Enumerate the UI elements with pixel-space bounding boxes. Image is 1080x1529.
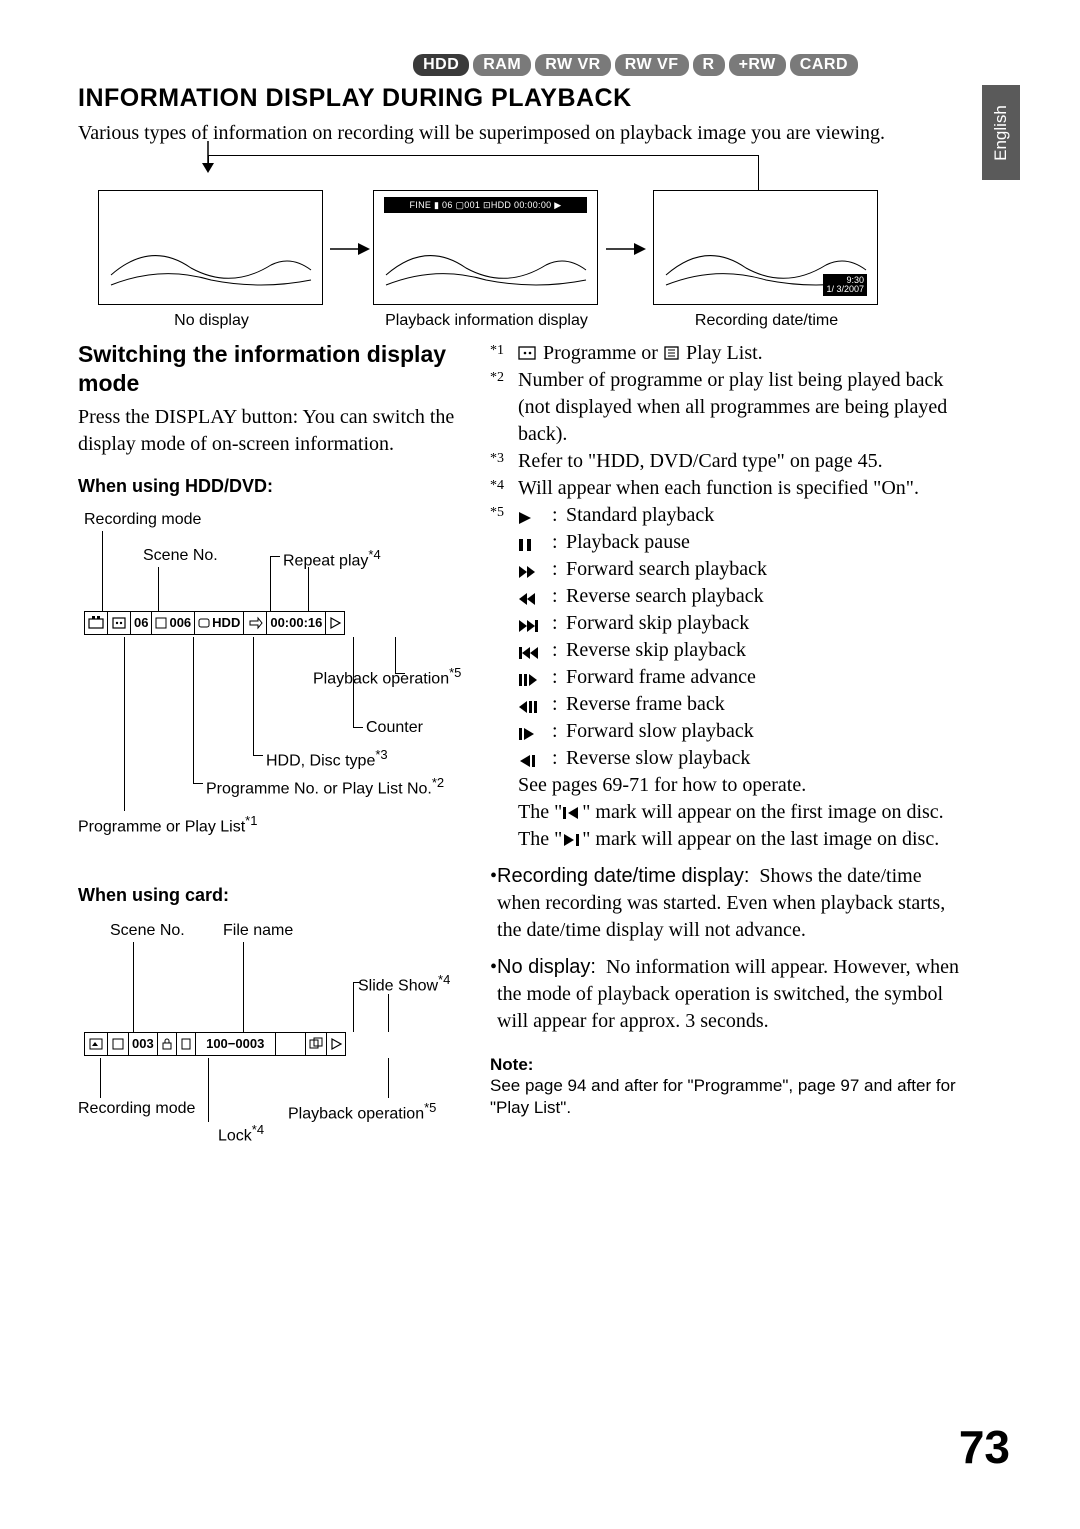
- badge-rwvr: RW VR: [535, 54, 611, 76]
- lbl-playback-op-card: Playback operation*5: [288, 1100, 436, 1123]
- footnote-3: *3Refer to "HDD, DVD/Card type" on page …: [490, 448, 960, 475]
- head-hdd-dvd: When using HDD/DVD:: [78, 476, 478, 497]
- osd-date: 1/ 3/2007: [826, 285, 864, 294]
- cap-playback-info: Playback information display: [374, 311, 599, 330]
- cell-file-icon: [177, 1033, 196, 1055]
- slow-forward-icon: [518, 718, 552, 745]
- screen-playback-info: FINE ▮ 06 ▢001 ⊡HDD 00:00:00 ▶ Playback …: [373, 190, 598, 305]
- para-switching: Press the DISPLAY button: You can switch…: [78, 404, 478, 458]
- down-arrow-icon: [198, 141, 218, 171]
- lbl-scene-no-card: Scene No.: [110, 922, 185, 940]
- cell-counter: 00:00:16: [267, 612, 326, 634]
- skip-forward-icon: [518, 610, 552, 637]
- right-arrow-icon: [330, 240, 370, 258]
- fastforward-icon: [518, 556, 552, 583]
- cell-disc-type: HDD: [195, 612, 244, 634]
- skip-back-icon: [518, 637, 552, 664]
- cell-file-name: 100−0003: [196, 1033, 276, 1055]
- osd-datetime: 9:30 1/ 3/2007: [823, 274, 867, 296]
- bullet-recdate: • Recording date/time display: Shows the…: [490, 863, 960, 944]
- cell-lock-icon: [158, 1033, 177, 1055]
- last-image-note: The "" mark will appear on the last imag…: [518, 826, 960, 853]
- cap-no-display: No display: [99, 311, 324, 330]
- cell-card-scene-no: 003: [129, 1033, 158, 1055]
- lbl-rec-mode-card: Recording mode: [78, 1100, 195, 1118]
- first-mark-icon: [562, 806, 582, 820]
- cell-repeat-icon: [244, 612, 267, 634]
- cell-play-icon: [327, 1033, 345, 1055]
- page-number: 73: [959, 1420, 1010, 1474]
- lbl-counter: Counter: [366, 719, 423, 737]
- cell-card-mode-icon: [85, 1033, 108, 1055]
- badge-ram: RAM: [473, 54, 531, 76]
- last-mark-icon: [562, 833, 582, 847]
- cell-card-scene-icon: [108, 1033, 129, 1055]
- lbl-disc-type: HDD, Disc type*3: [266, 747, 388, 770]
- lbl-recording-mode: Recording mode: [84, 511, 201, 529]
- lbl-lock: Lock*4: [218, 1122, 264, 1145]
- display-flow-diagram: No display FINE ▮ 06 ▢001 ⊡HDD 00:00:00 …: [78, 155, 963, 345]
- rewind-icon: [518, 583, 552, 610]
- cell-prog-no: 006: [152, 612, 195, 634]
- lbl-prog-no: Programme No. or Play List No.*2: [206, 775, 444, 798]
- left-column: Switching the information display mode P…: [78, 340, 478, 1204]
- cell-prog-icon: [108, 612, 131, 634]
- lbl-slide-show: Slide Show*4: [358, 972, 450, 995]
- landscape-icon: [111, 230, 311, 290]
- badge-r: R: [693, 54, 725, 76]
- media-badge-row: HDD RAM RW VR RW VF R +RW CARD: [413, 54, 858, 76]
- lbl-repeat: Repeat play*4: [283, 547, 381, 570]
- lbl-prog-or-pl: Programme or Play List*1: [78, 813, 257, 836]
- screen-rec-date: 9:30 1/ 3/2007 Recording date/time: [653, 190, 878, 305]
- diagram-hdd: Recording mode Scene No. Repeat play*4 0…: [78, 505, 478, 885]
- osd-bar-card: 003 100−0003: [84, 1032, 346, 1056]
- subhead-switching: Switching the information display mode: [78, 340, 478, 398]
- cell-rec-mode-icon: [85, 612, 108, 634]
- head-card: When using card:: [78, 885, 478, 906]
- right-arrow-icon: [606, 240, 646, 258]
- playlist-icon: [663, 345, 681, 361]
- pause-icon: [518, 529, 552, 556]
- cap-rec-date: Recording date/time: [654, 311, 879, 330]
- cell-scene-no: 06: [131, 612, 152, 634]
- language-tab-label: English: [991, 105, 1011, 161]
- diagram-card: Scene No. File name Slide Show*4 003 100…: [78, 914, 478, 1204]
- osd-bar-hdd: 06 006 HDD 00:00:16: [84, 611, 345, 635]
- osd-infobar: FINE ▮ 06 ▢001 ⊡HDD 00:00:00 ▶: [384, 197, 587, 213]
- frame-back-icon: [518, 691, 552, 718]
- footnote-1: *1 Programme or Play List.: [490, 340, 960, 367]
- cell-slide-icon: [306, 1033, 327, 1055]
- footnote-2: *2Number of programme or play list being…: [490, 367, 960, 448]
- right-column: *1 Programme or Play List. *2Number of p…: [490, 340, 960, 1119]
- bullet-nodisplay: • No display: No information will appear…: [490, 954, 960, 1035]
- lbl-file-name: File name: [223, 922, 293, 940]
- note-body: See page 94 and after for "Programme", p…: [490, 1075, 960, 1119]
- badge-rwvf: RW VF: [615, 54, 689, 76]
- first-image-note: The "" mark will appear on the first ima…: [518, 799, 960, 826]
- lbl-playback-op: Playback operation*5: [313, 665, 461, 688]
- footnote-5: *5 :Standard playback :Playback pause :F…: [490, 502, 960, 853]
- frame-forward-icon: [518, 664, 552, 691]
- cell-playback-icon: [326, 612, 344, 634]
- badge-card: CARD: [790, 54, 858, 76]
- page-title: INFORMATION DISPLAY DURING PLAYBACK: [78, 84, 632, 113]
- language-tab: English: [982, 85, 1020, 180]
- screen-no-display: No display: [98, 190, 323, 305]
- footnote-4: *4Will appear when each function is spec…: [490, 475, 960, 502]
- programme-icon: [518, 345, 538, 361]
- cell-blank: [276, 1033, 306, 1055]
- play-icon: [518, 502, 552, 529]
- lbl-scene-no: Scene No.: [143, 547, 218, 565]
- badge-hdd: HDD: [413, 54, 469, 76]
- badge-plus-rw: +RW: [729, 54, 786, 76]
- see-pages-note: See pages 69-71 for how to operate.: [518, 772, 960, 799]
- landscape-icon: [386, 230, 586, 290]
- note-heading: Note:: [490, 1055, 960, 1075]
- slow-reverse-icon: [518, 745, 552, 772]
